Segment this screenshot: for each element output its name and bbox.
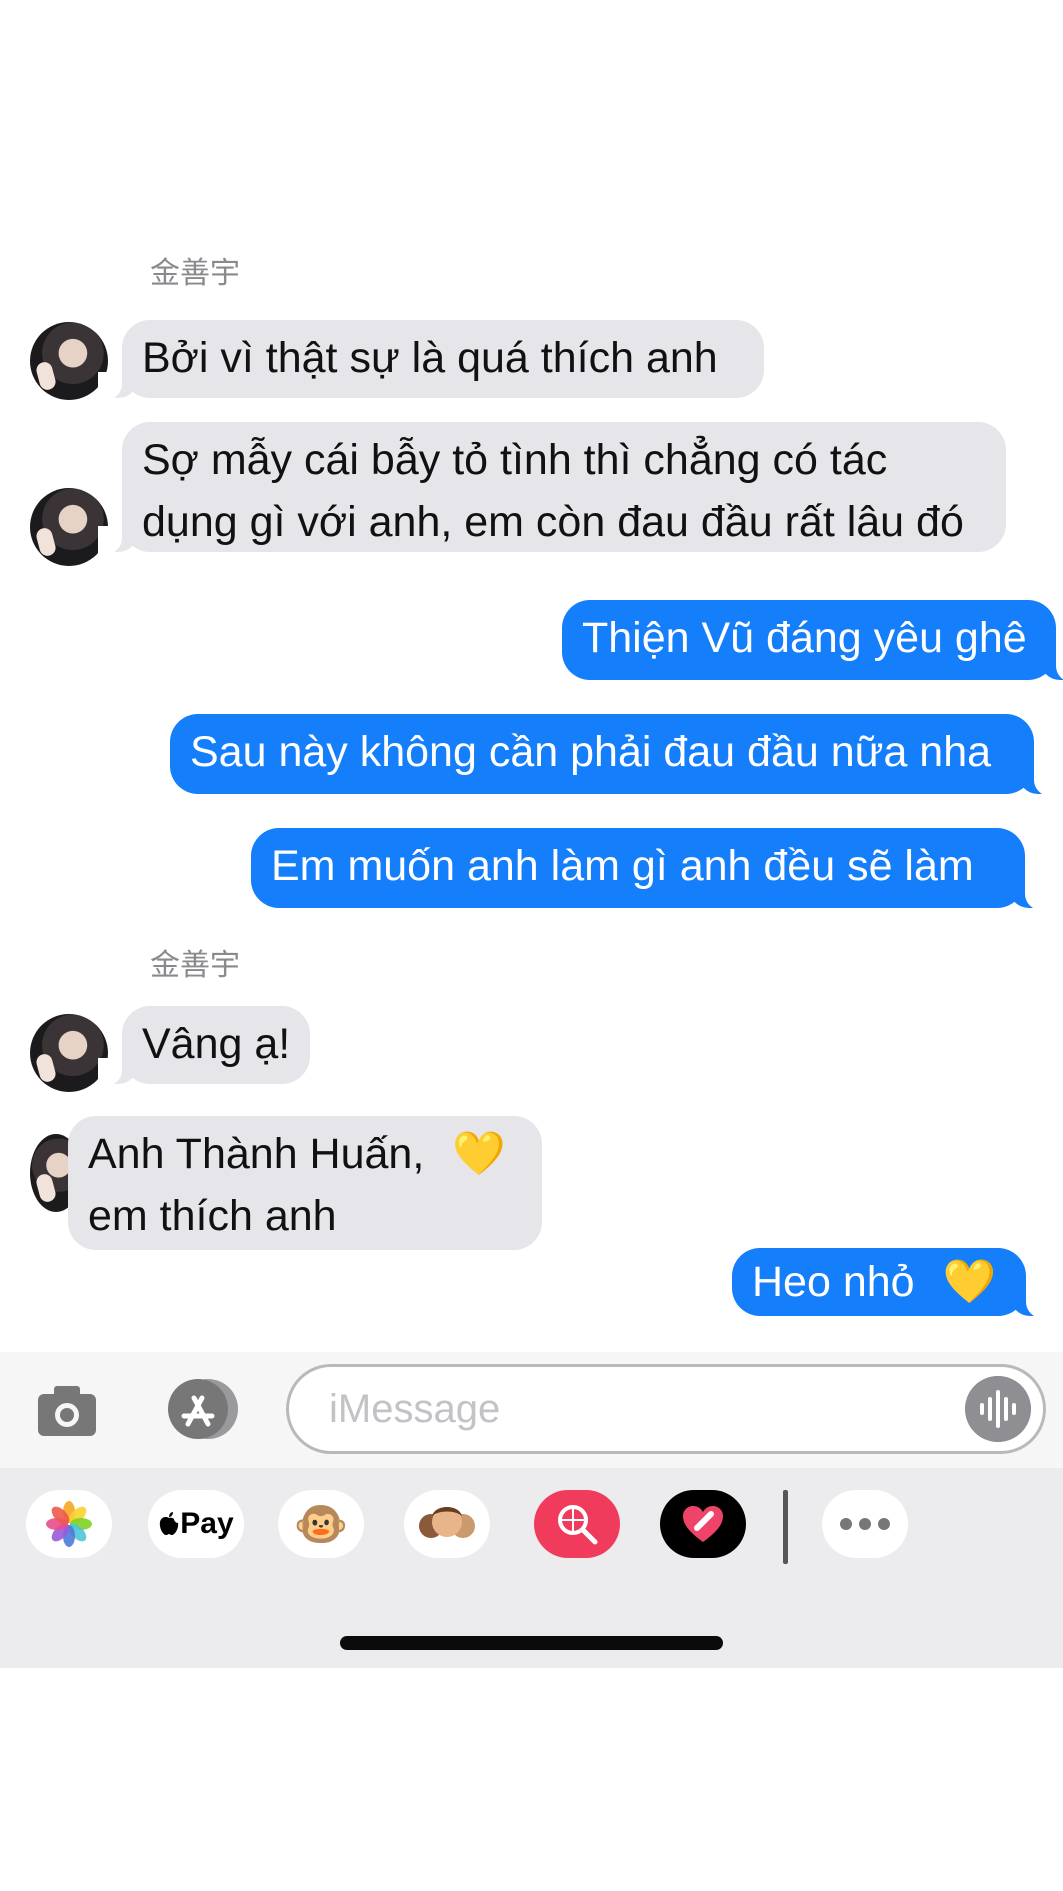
photos-icon [46,1501,92,1547]
apple-pay-label: Pay [180,1507,234,1540]
app-store-icon[interactable] [160,1378,242,1440]
message-text: Thiện Vũ đáng yêu ghê [582,614,1027,662]
drawer-divider [783,1490,788,1564]
animoji-icon: 🐵 [293,1500,349,1549]
yellow-heart-icon: 💛 [452,1130,506,1178]
more-icon [840,1518,890,1530]
message-input[interactable]: iMessage [286,1364,1046,1454]
sender-name: 金善宇 [150,948,240,983]
digital-touch-app-button[interactable] [660,1490,746,1558]
message-bubble-outgoing[interactable]: Heo nhỏ 💛 [732,1248,1050,1318]
message-bubble-outgoing[interactable]: Em muốn anh làm gì anh đều sẽ làm [251,828,1049,910]
message-bubble-incoming[interactable]: Sợ mẫy cái bẫy tỏ tình thì chẳng có tác … [98,422,1006,554]
message-bubble-outgoing[interactable]: Thiện Vũ đáng yêu ghê [562,600,1063,682]
message-bubble-outgoing[interactable]: Sau này không cần phải đau đầu nữa nha [170,714,1058,796]
message-text: Sau này không cần phải đau đầu nữa nha [190,728,992,776]
message-text-line: dụng gì với anh, em còn đau đầu rất lâu … [142,498,964,546]
digital-touch-icon [683,1506,723,1542]
sender-name: 金善宇 [150,256,240,291]
avatar[interactable] [30,488,108,566]
apple-pay-icon [160,1512,179,1535]
message-text: Bởi vì thật sự là quá thích anh [142,334,718,382]
message-bubble-incoming[interactable]: Vâng ạ! [98,1006,310,1086]
photos-app-button[interactable] [26,1490,112,1558]
avatar[interactable] [30,322,108,400]
message-bubble-incoming[interactable]: Anh Thành Huấn, 💛 em thích anh [68,1116,542,1250]
apple-pay-app-button[interactable]: Pay [148,1490,244,1558]
home-indicator[interactable] [340,1636,723,1650]
message-thread: 金善宇 Bởi vì thật sự là quá thích anh Sợ m… [0,0,1063,1352]
message-text: Vâng ạ! [142,1020,291,1068]
voice-memo-icon[interactable] [965,1376,1031,1442]
message-text-line: em thích anh [88,1192,337,1240]
composer-bar: iMessage [0,1352,1063,1468]
more-apps-button[interactable] [822,1490,908,1558]
animoji-app-button[interactable]: 🐵 [278,1490,364,1558]
app-drawer: Pay 🐵 [0,1468,1063,1668]
message-text-line: Anh Thành Huấn, [88,1130,425,1178]
yellow-heart-icon: 💛 [942,1258,997,1306]
input-placeholder: iMessage [329,1387,501,1431]
camera-icon[interactable] [36,1382,98,1438]
web-search-icon [558,1505,598,1545]
memoji-icon [419,1507,475,1538]
message-text-line: Sợ mẫy cái bẫy tỏ tình thì chẳng có tác [142,436,888,484]
avatar[interactable] [30,1014,108,1092]
web-search-app-button[interactable] [534,1490,620,1558]
memoji-app-button[interactable] [404,1490,490,1558]
message-bubble-incoming[interactable]: Bởi vì thật sự là quá thích anh [98,320,764,400]
message-text: Em muốn anh làm gì anh đều sẽ làm [271,842,974,890]
message-text: Heo nhỏ [752,1258,915,1306]
